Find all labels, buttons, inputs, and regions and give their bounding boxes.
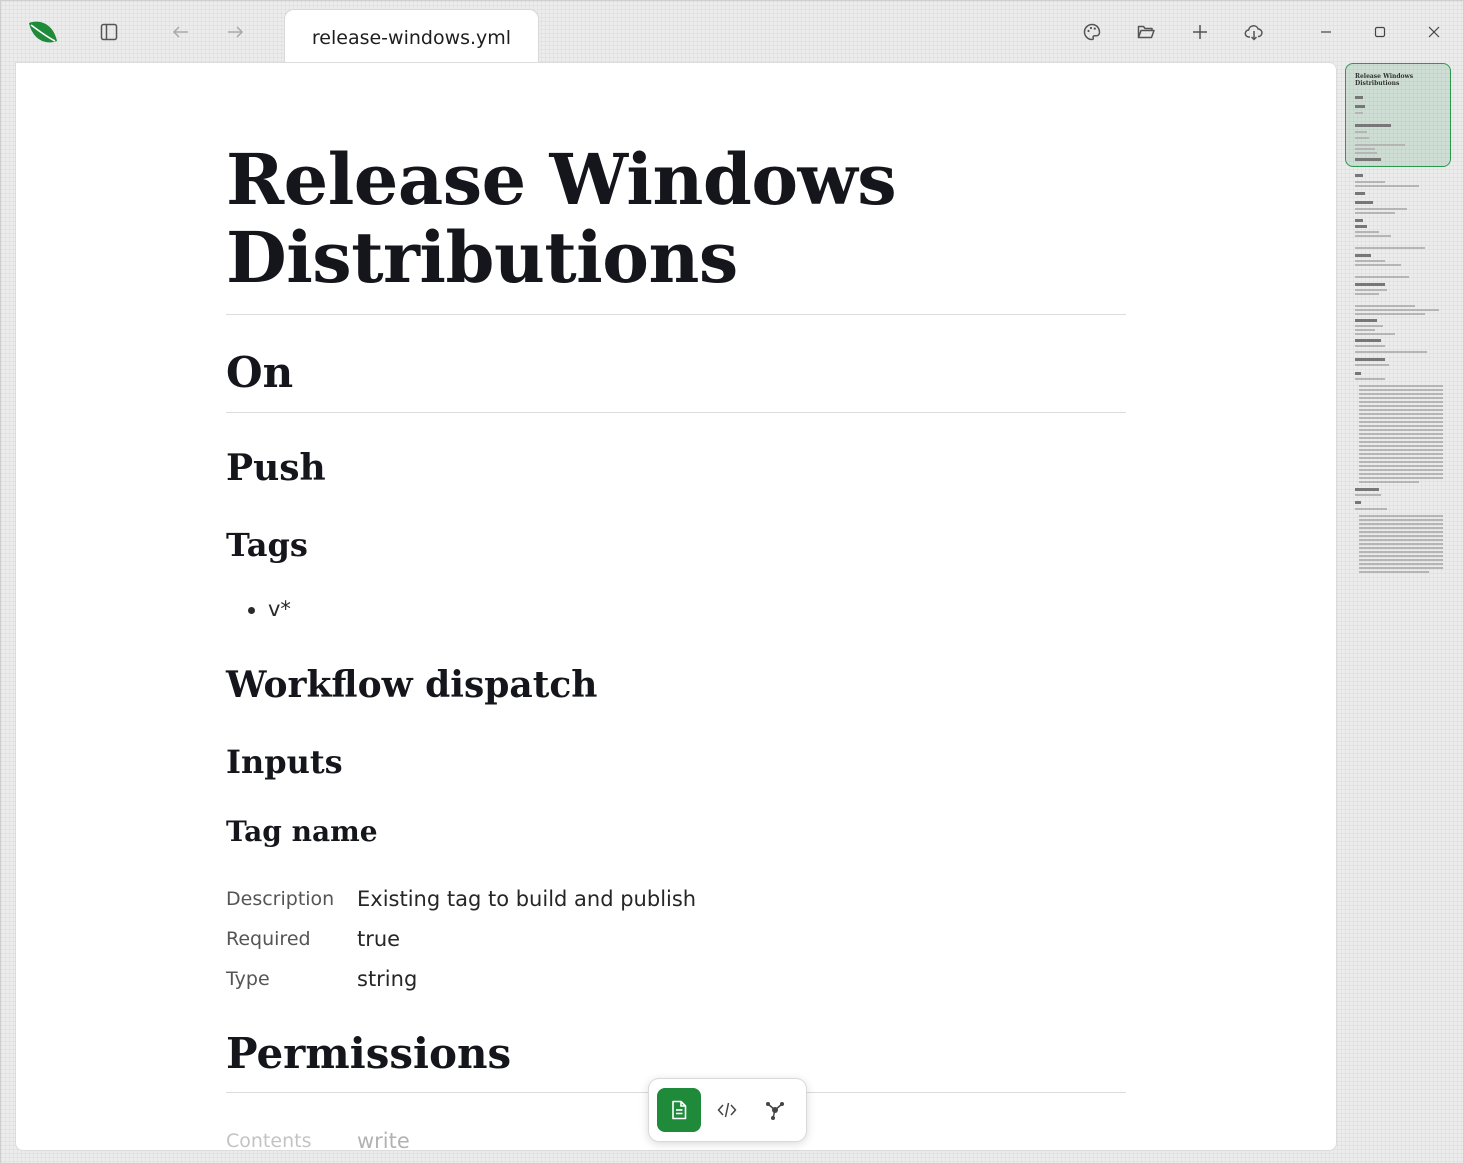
maximize-icon — [1374, 26, 1386, 38]
minimap[interactable]: Release Windows Distributions — [1345, 63, 1451, 583]
field-key: Contents — [226, 1130, 312, 1151]
title-divider — [226, 314, 1126, 315]
heading-inputs: Inputs — [226, 743, 343, 781]
heading-permissions: Permissions — [226, 1029, 512, 1078]
back-button[interactable] — [163, 14, 199, 50]
open-folder-icon — [1137, 25, 1155, 39]
palette-icon — [1083, 23, 1101, 41]
minimap-title: Release Windows Distributions — [1355, 73, 1414, 87]
tab-label: release-windows.yml — [311, 26, 512, 49]
heading-tags: Tags — [226, 526, 308, 564]
graph-view-button[interactable] — [753, 1088, 797, 1132]
page-title: Release Windows Distributions — [226, 141, 1126, 297]
close-button[interactable] — [1416, 14, 1452, 50]
view-switcher — [649, 1079, 806, 1141]
list-item: v* — [244, 595, 291, 623]
code-view-icon — [717, 1102, 737, 1118]
tab-release-windows[interactable]: release-windows.yml — [284, 9, 539, 63]
new-file-button[interactable] — [1182, 14, 1218, 50]
page-title-line-1: Release Windows — [226, 138, 897, 221]
cloud-download-icon — [1244, 25, 1263, 41]
close-icon — [1428, 26, 1440, 38]
on-divider — [226, 412, 1126, 413]
plus-icon — [1193, 25, 1207, 39]
theme-button[interactable] — [1074, 14, 1110, 50]
page-title-line-2: Distributions — [226, 216, 738, 299]
document-view-button[interactable] — [657, 1088, 701, 1132]
download-button[interactable] — [1236, 14, 1272, 50]
minimize-icon — [1321, 31, 1331, 33]
tags-list: v* — [244, 595, 291, 623]
code-view-button[interactable] — [705, 1088, 749, 1132]
forward-arrow-icon — [228, 26, 244, 38]
field-value: true — [357, 927, 401, 951]
back-arrow-icon — [172, 26, 188, 38]
field-value: Existing tag to build and publish — [357, 887, 697, 911]
open-folder-button[interactable] — [1128, 14, 1164, 50]
field-key: Description — [226, 888, 335, 910]
minimize-button[interactable] — [1308, 14, 1344, 50]
graph-view-icon — [766, 1102, 784, 1120]
document-view-icon — [672, 1100, 687, 1120]
field-value: write — [357, 1129, 410, 1151]
document-pane: Release Windows Distributions On Push Ta… — [15, 62, 1337, 1151]
heading-on: On — [226, 348, 294, 397]
field-key: Type — [226, 968, 270, 990]
field-key: Required — [226, 928, 311, 950]
heading-tag-name: Tag name — [226, 815, 378, 848]
app-window: release-windows.yml Release Windows Dist… — [0, 0, 1464, 1164]
app-logo-icon — [25, 15, 61, 51]
title-bar: release-windows.yml — [1, 1, 1463, 63]
field-value: string — [357, 967, 418, 991]
heading-workflow-dispatch: Workflow dispatch — [226, 664, 598, 706]
heading-push: Push — [226, 447, 326, 489]
maximize-button[interactable] — [1362, 14, 1398, 50]
sidebar-toggle-button[interactable] — [91, 14, 127, 50]
sidebar-toggle-icon — [100, 23, 118, 41]
forward-button[interactable] — [217, 14, 253, 50]
